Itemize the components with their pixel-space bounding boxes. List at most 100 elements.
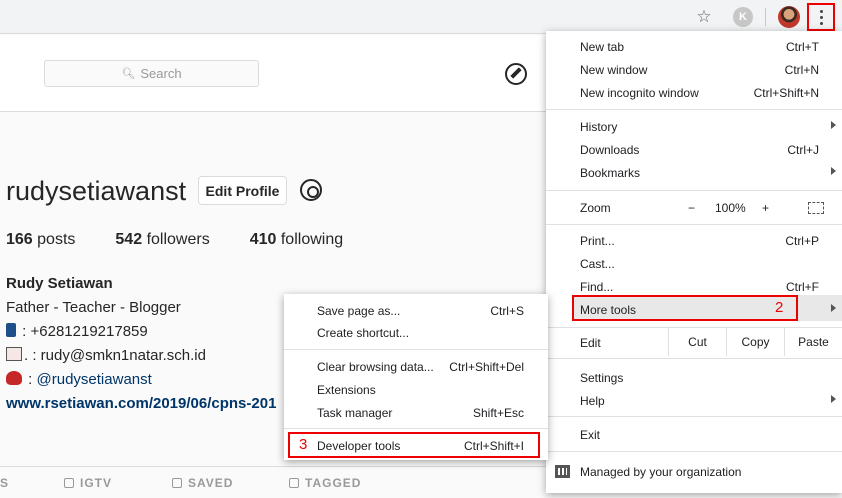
more-tools-submenu: Save page as... Ctrl+S Create shortcut...… xyxy=(284,294,548,460)
find-shortcut: Ctrl+F xyxy=(786,280,819,294)
zoom-out-button[interactable]: − xyxy=(688,201,695,215)
submenu-item-create-shortcut[interactable]: Create shortcut... xyxy=(284,322,548,344)
menu-item-bookmarks[interactable]: Bookmarks xyxy=(546,161,842,184)
annotation-number-2: 2 xyxy=(775,299,784,316)
bio-handle-line: : @rudysetiawanst xyxy=(6,368,276,392)
menu-divider xyxy=(546,190,842,191)
cut-button[interactable]: Cut xyxy=(668,328,726,356)
submenu-divider xyxy=(284,428,548,429)
profile-username: rudysetiawanst xyxy=(6,176,187,206)
menu-dot-icon xyxy=(819,21,823,25)
submenu-divider xyxy=(284,349,548,350)
help-label: Help xyxy=(580,394,605,408)
submenu-arrow-icon xyxy=(831,395,836,403)
tag-icon xyxy=(289,478,299,488)
bookmarks-label: Bookmarks xyxy=(580,166,641,180)
posts-count: 166 xyxy=(6,231,33,248)
search-input[interactable]: 🔍︎ Search xyxy=(44,60,259,87)
followers-stat[interactable]: 542 followers xyxy=(115,231,209,249)
bio-tagline: Father - Teacher - Blogger xyxy=(6,299,181,316)
edit-label: Edit xyxy=(580,336,601,350)
menu-item-settings[interactable]: Settings xyxy=(546,366,842,389)
tab-posts[interactable]: S xyxy=(0,476,9,490)
history-label: History xyxy=(580,120,618,134)
save-page-label: Save page as... xyxy=(317,304,401,318)
menu-dot-icon xyxy=(819,15,823,19)
tabs-divider xyxy=(0,466,560,467)
tab-tagged-label: TAGGED xyxy=(305,476,362,490)
search-icon: 🔍︎ xyxy=(121,68,136,80)
menu-divider xyxy=(546,451,842,452)
tab-tagged[interactable]: TAGGED xyxy=(289,476,361,490)
new-window-label: New window xyxy=(580,63,648,77)
zoom-in-button[interactable]: + xyxy=(762,201,769,215)
menu-item-new-window[interactable]: New window Ctrl+N xyxy=(546,58,842,81)
submenu-item-task-manager[interactable]: Task manager Shift+Esc xyxy=(284,402,548,424)
bookmark-star-icon[interactable]: ☆ xyxy=(693,6,715,28)
tab-saved[interactable]: SAVED xyxy=(172,476,233,490)
managed-label: Managed by your organization xyxy=(580,465,742,479)
mail-icon xyxy=(6,347,22,361)
new-tab-shortcut: Ctrl+T xyxy=(786,40,819,54)
profile-avatar-k[interactable]: K xyxy=(733,7,753,27)
submenu-item-extensions[interactable]: Extensions xyxy=(284,379,548,401)
cast-label: Cast... xyxy=(580,257,615,271)
following-stat[interactable]: 410 following xyxy=(250,231,343,249)
copy-button[interactable]: Copy xyxy=(726,328,784,356)
tab-igtv[interactable]: IGTV xyxy=(64,476,112,490)
phone-icon xyxy=(6,323,16,337)
toolbar-divider xyxy=(765,8,766,26)
submenu-item-save-page[interactable]: Save page as... Ctrl+S xyxy=(284,300,548,322)
chrome-menu: New tab Ctrl+T New window Ctrl+N New incog… xyxy=(546,31,842,493)
new-incognito-shortcut: Ctrl+Shift+N xyxy=(753,86,819,100)
chrome-menu-button[interactable] xyxy=(807,3,835,31)
menu-divider xyxy=(546,109,842,110)
submenu-item-clear-data[interactable]: Clear browsing data... Ctrl+Shift+Del xyxy=(284,356,548,378)
bio-handle-link[interactable]: @rudysetiawanst xyxy=(37,371,152,388)
menu-item-managed[interactable]: Managed by your organization xyxy=(546,460,842,483)
clear-data-label: Clear browsing data... xyxy=(317,360,434,374)
downloads-shortcut: Ctrl+J xyxy=(787,143,819,157)
bio-name: Rudy Setiawan xyxy=(6,275,113,292)
exit-label: Exit xyxy=(580,428,601,442)
user-avatar[interactable] xyxy=(778,6,800,28)
menu-item-downloads[interactable]: Downloads Ctrl+J xyxy=(546,138,842,161)
menu-item-print[interactable]: Print... Ctrl+P xyxy=(546,229,842,252)
tab-saved-label: SAVED xyxy=(188,476,234,490)
tab-posts-label: S xyxy=(0,476,10,490)
bio-email-line: . : rudy@smkn1natar.sch.id xyxy=(6,344,276,368)
menu-item-new-tab[interactable]: New tab Ctrl+T xyxy=(546,35,842,58)
more-tools-annotation-box xyxy=(572,295,798,321)
bio-email: . : rudy@smkn1natar.sch.id xyxy=(24,347,206,364)
zoom-level: 100% xyxy=(715,201,746,215)
bookmark-icon xyxy=(172,478,182,488)
menu-item-new-incognito[interactable]: New incognito window Ctrl+Shift+N xyxy=(546,81,842,104)
profile-stats: 166 posts 542 followers 410 following xyxy=(6,231,383,249)
paste-button[interactable]: Paste xyxy=(784,328,842,356)
developer-tools-annotation-box xyxy=(288,432,540,458)
edit-profile-button[interactable]: Edit Profile xyxy=(198,176,287,205)
submenu-arrow-icon xyxy=(831,167,836,175)
menu-item-cast[interactable]: Cast... xyxy=(546,252,842,275)
menu-item-exit[interactable]: Exit xyxy=(546,423,842,446)
settings-label: Settings xyxy=(580,371,624,385)
bio-website-link[interactable]: www.rsetiawan.com/2019/06/cpns-201 xyxy=(6,392,276,416)
tab-igtv-label: IGTV xyxy=(80,476,113,490)
posts-stat[interactable]: 166 posts xyxy=(6,231,75,249)
downloads-label: Downloads xyxy=(580,143,640,157)
bio-handle-prefix: : xyxy=(28,371,37,388)
followers-count: 542 xyxy=(115,231,143,248)
submenu-arrow-icon xyxy=(831,121,836,129)
new-tab-label: New tab xyxy=(580,40,625,54)
menu-item-help[interactable]: Help xyxy=(546,389,842,412)
create-shortcut-label: Create shortcut... xyxy=(317,326,410,340)
menu-item-edit: Edit Cut Copy Paste xyxy=(546,328,842,356)
menu-item-zoom: Zoom − 100% + xyxy=(546,196,842,224)
explore-compass-icon[interactable] xyxy=(505,63,527,85)
following-label: following xyxy=(280,231,344,248)
print-shortcut: Ctrl+P xyxy=(785,234,819,248)
task-manager-shortcut: Shift+Esc xyxy=(472,406,524,420)
settings-gear-icon[interactable] xyxy=(300,179,322,201)
fullscreen-icon[interactable] xyxy=(808,202,824,214)
menu-item-history[interactable]: History xyxy=(546,115,842,138)
